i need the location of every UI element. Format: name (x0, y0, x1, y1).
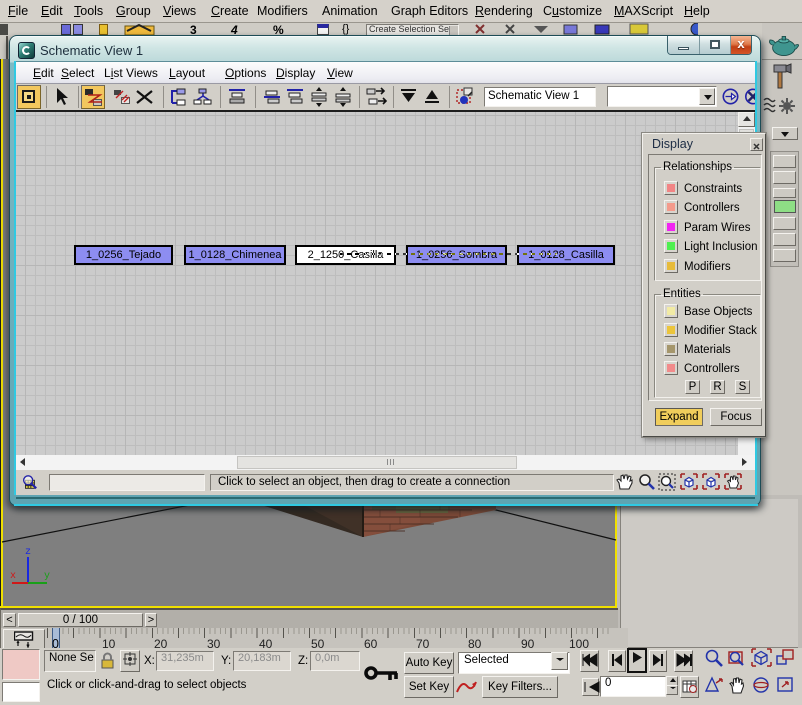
svg-text:y: y (44, 571, 50, 582)
svg-text:z: z (25, 547, 31, 558)
svg-text:x: x (10, 571, 16, 582)
